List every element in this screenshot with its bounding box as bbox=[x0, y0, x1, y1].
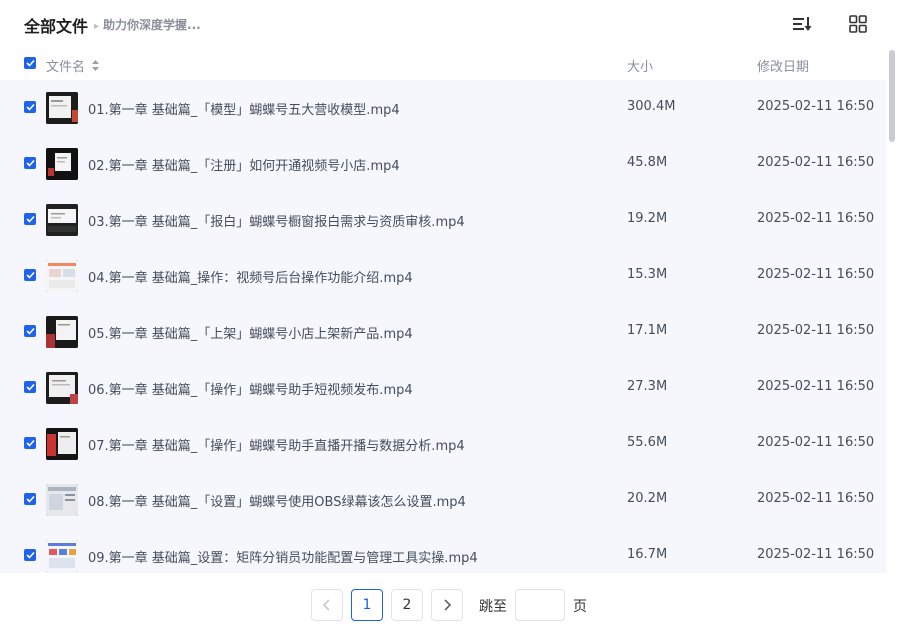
file-date: 2025-02-11 16:50 bbox=[757, 211, 875, 226]
row-checkbox[interactable] bbox=[24, 325, 36, 337]
file-date: 2025-02-11 16:50 bbox=[757, 267, 875, 282]
column-size[interactable]: 大小 bbox=[627, 56, 653, 75]
scrollbar[interactable] bbox=[886, 48, 898, 573]
chevron-right-icon bbox=[444, 599, 452, 611]
file-date: 2025-02-11 16:50 bbox=[757, 323, 875, 338]
checkbox-checked-icon bbox=[24, 57, 36, 69]
checkbox-checked-icon bbox=[24, 101, 36, 113]
file-name[interactable]: 09.第一章 基础篇_设置：矩阵分销员功能配置与管理工具实操.mp4 bbox=[88, 547, 478, 566]
file-size: 17.1M bbox=[627, 323, 668, 338]
video-thumbnail bbox=[46, 260, 78, 292]
file-size: 27.3M bbox=[627, 379, 668, 394]
file-date: 2025-02-11 16:50 bbox=[757, 379, 875, 394]
video-thumbnail bbox=[46, 484, 78, 516]
column-name[interactable]: 文件名 bbox=[46, 56, 100, 75]
file-size: 55.6M bbox=[627, 435, 668, 450]
video-thumbnail bbox=[46, 204, 78, 236]
jump-to-label: 跳至 bbox=[479, 599, 507, 615]
file-name[interactable]: 05.第一章 基础篇_「上架」蝴蝶号小店上架新产品.mp4 bbox=[88, 323, 413, 342]
table-row[interactable]: 05.第一章 基础篇_「上架」蝴蝶号小店上架新产品.mp4 17.1M 2025… bbox=[0, 304, 886, 360]
page-title: 全部文件 bbox=[24, 17, 89, 36]
file-list: 01.第一章 基础篇_「模型」蝴蝶号五大营收模型.mp4 300.4M 2025… bbox=[0, 80, 886, 573]
file-size: 19.2M bbox=[627, 211, 668, 226]
file-date: 2025-02-11 16:50 bbox=[757, 547, 875, 562]
breadcrumb-separator-icon: ▸ bbox=[94, 21, 100, 32]
checkbox-checked-icon bbox=[24, 325, 36, 337]
breadcrumb-label: 助力你深度学握... bbox=[103, 18, 201, 32]
column-header: 文件名 大小 修改日期 bbox=[0, 50, 898, 78]
row-checkbox[interactable] bbox=[24, 101, 36, 113]
checkbox-checked-icon bbox=[24, 269, 36, 281]
page-button-1[interactable]: 1 bbox=[351, 589, 383, 621]
file-size: 16.7M bbox=[627, 547, 668, 562]
scrollbar-thumb[interactable] bbox=[889, 50, 895, 142]
page-jump-input[interactable] bbox=[515, 589, 565, 621]
file-size: 20.2M bbox=[627, 491, 668, 506]
table-row[interactable]: 01.第一章 基础篇_「模型」蝴蝶号五大营收模型.mp4 300.4M 2025… bbox=[0, 80, 886, 136]
file-size: 300.4M bbox=[627, 99, 676, 114]
file-name[interactable]: 04.第一章 基础篇_操作：视频号后台操作功能介绍.mp4 bbox=[88, 267, 413, 286]
checkbox-checked-icon bbox=[24, 549, 36, 561]
table-row[interactable]: 03.第一章 基础篇_「报白」蝴蝶号橱窗报白需求与资质审核.mp4 19.2M … bbox=[0, 192, 886, 248]
column-name-label: 文件名 bbox=[46, 60, 86, 75]
breadcrumb[interactable]: ▸ 助力你深度学握... bbox=[94, 16, 201, 33]
table-row[interactable]: 09.第一章 基础篇_设置：矩阵分销员功能配置与管理工具实操.mp4 16.7M… bbox=[0, 528, 886, 573]
select-all-checkbox[interactable] bbox=[24, 57, 36, 69]
prev-page-button[interactable] bbox=[311, 589, 343, 621]
row-checkbox[interactable] bbox=[24, 493, 36, 505]
table-row[interactable]: 07.第一章 基础篇_「操作」蝴蝶号助手直播开播与数据分析.mp4 55.6M … bbox=[0, 416, 886, 472]
chevron-left-icon bbox=[322, 599, 330, 611]
row-checkbox[interactable] bbox=[24, 269, 36, 281]
page-button-2[interactable]: 2 bbox=[391, 589, 423, 621]
file-name[interactable]: 03.第一章 基础篇_「报白」蝴蝶号橱窗报白需求与资质审核.mp4 bbox=[88, 211, 465, 230]
column-date[interactable]: 修改日期 bbox=[757, 56, 809, 75]
file-date: 2025-02-11 16:50 bbox=[757, 491, 875, 506]
video-thumbnail bbox=[46, 148, 78, 180]
file-name[interactable]: 08.第一章 基础篇_「设置」蝴蝶号使用OBS绿幕该怎么设置.mp4 bbox=[88, 491, 466, 510]
file-name[interactable]: 02.第一章 基础篇_「注册」如何开通视频号小店.mp4 bbox=[88, 155, 400, 174]
checkbox-checked-icon bbox=[24, 157, 36, 169]
video-thumbnail bbox=[46, 92, 78, 124]
sort-icon[interactable] bbox=[790, 12, 814, 36]
next-page-button[interactable] bbox=[431, 589, 463, 621]
row-checkbox[interactable] bbox=[24, 381, 36, 393]
row-checkbox[interactable] bbox=[24, 549, 36, 561]
grid-view-icon[interactable] bbox=[846, 12, 870, 36]
video-thumbnail bbox=[46, 316, 78, 348]
file-size: 15.3M bbox=[627, 267, 668, 282]
sort-arrows-icon bbox=[92, 60, 100, 75]
pagination: 1 2 跳至 页 bbox=[0, 589, 898, 621]
table-row[interactable]: 08.第一章 基础篇_「设置」蝴蝶号使用OBS绿幕该怎么设置.mp4 20.2M… bbox=[0, 472, 886, 528]
table-row[interactable]: 02.第一章 基础篇_「注册」如何开通视频号小店.mp4 45.8M 2025-… bbox=[0, 136, 886, 192]
file-date: 2025-02-11 16:50 bbox=[757, 99, 875, 114]
file-date: 2025-02-11 16:50 bbox=[757, 435, 875, 450]
page-unit-label: 页 bbox=[573, 599, 587, 615]
file-name[interactable]: 07.第一章 基础篇_「操作」蝴蝶号助手直播开播与数据分析.mp4 bbox=[88, 435, 465, 454]
file-name[interactable]: 06.第一章 基础篇_「操作」蝴蝶号助手短视频发布.mp4 bbox=[88, 379, 413, 398]
checkbox-checked-icon bbox=[24, 381, 36, 393]
file-size: 45.8M bbox=[627, 155, 668, 170]
video-thumbnail bbox=[46, 540, 78, 572]
video-thumbnail bbox=[46, 428, 78, 460]
file-name[interactable]: 01.第一章 基础篇_「模型」蝴蝶号五大营收模型.mp4 bbox=[88, 99, 400, 118]
row-checkbox[interactable] bbox=[24, 437, 36, 449]
table-row[interactable]: 04.第一章 基础篇_操作：视频号后台操作功能介绍.mp4 15.3M 2025… bbox=[0, 248, 886, 304]
row-checkbox[interactable] bbox=[24, 157, 36, 169]
file-date: 2025-02-11 16:50 bbox=[757, 155, 875, 170]
row-checkbox[interactable] bbox=[24, 213, 36, 225]
table-row[interactable]: 06.第一章 基础篇_「操作」蝴蝶号助手短视频发布.mp4 27.3M 2025… bbox=[0, 360, 886, 416]
checkbox-checked-icon bbox=[24, 493, 36, 505]
video-thumbnail bbox=[46, 372, 78, 404]
checkbox-checked-icon bbox=[24, 213, 36, 225]
checkbox-checked-icon bbox=[24, 437, 36, 449]
header: 全部文件 ▸ 助力你深度学握... bbox=[0, 0, 898, 48]
